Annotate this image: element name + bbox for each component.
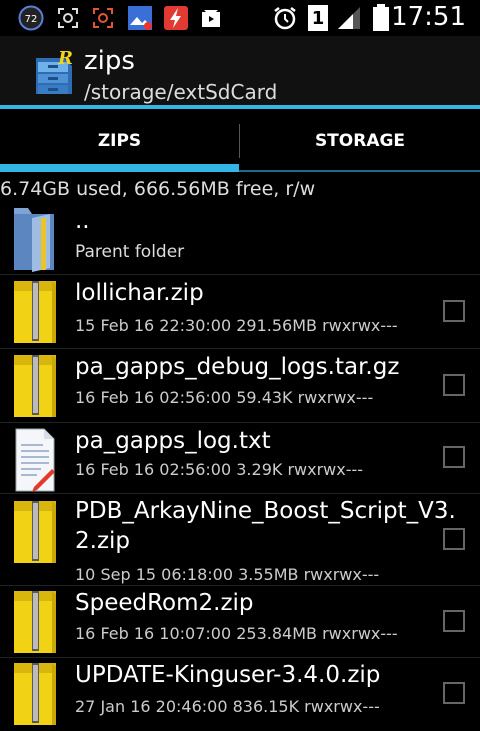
svg-text:72: 72 xyxy=(25,14,38,25)
select-checkbox[interactable] xyxy=(443,300,465,322)
file-name-line1: PDB_ArkayNine_Boost_Script_V3. xyxy=(75,498,456,524)
file-name: SpeedRom2.zip xyxy=(75,590,254,616)
flash-icon xyxy=(163,5,189,31)
tab-zips[interactable]: ZIPS xyxy=(0,110,239,172)
battery-icon xyxy=(371,4,391,31)
select-checkbox[interactable] xyxy=(443,528,465,550)
zip-icon xyxy=(12,589,58,659)
file-row[interactable]: SpeedRom2.zip 16 Feb 16 10:07:00 253.84M… xyxy=(0,587,480,657)
video-icon xyxy=(198,5,224,31)
row-divider xyxy=(0,348,480,349)
file-meta: 16 Feb 16 02:56:00 3.29K rwxrwx--- xyxy=(75,460,364,479)
row-divider xyxy=(0,657,480,658)
select-checkbox[interactable] xyxy=(443,610,465,632)
alarm-icon xyxy=(272,5,298,31)
file-row[interactable]: pa_gapps_debug_logs.tar.gz 16 Feb 16 02:… xyxy=(0,350,480,422)
text-file-icon xyxy=(12,427,58,497)
current-path: /storage/extSdCard xyxy=(84,80,278,104)
row-divider xyxy=(0,422,480,423)
zip-icon xyxy=(12,353,58,423)
app-logo-icon[interactable]: R xyxy=(30,48,76,98)
svg-text:R: R xyxy=(57,50,73,69)
file-name: UPDATE-Kinguser-3.4.0.zip xyxy=(75,662,381,688)
parent-folder-row[interactable]: .. Parent folder xyxy=(0,202,480,274)
file-meta: 15 Feb 16 22:30:00 291.56MB rwxrwx--- xyxy=(75,316,398,335)
select-checkbox[interactable] xyxy=(443,682,465,704)
parent-folder-subtitle: Parent folder xyxy=(75,242,185,262)
screenshot-icon xyxy=(56,5,80,31)
file-row[interactable]: lollichar.zip 15 Feb 16 22:30:00 291.56M… xyxy=(0,276,480,348)
sim-icon: 1 xyxy=(307,5,329,31)
status-bar: 72 1 17:51 xyxy=(0,0,480,36)
file-meta: 16 Feb 16 02:56:00 59.43K rwxrwx--- xyxy=(75,388,374,407)
select-checkbox[interactable] xyxy=(443,374,465,396)
file-meta: 16 Feb 16 10:07:00 253.84MB rwxrwx--- xyxy=(75,624,398,643)
file-name-line2: 2.zip xyxy=(75,528,131,554)
header-divider xyxy=(0,105,480,109)
file-meta: 27 Jan 16 20:46:00 836.15K rwxrwx--- xyxy=(75,697,380,716)
file-meta: 10 Sep 15 06:18:00 3.55MB rwxrwx--- xyxy=(75,565,380,584)
disk-usage-info: 6.74GB used, 666.56MB free, r/w xyxy=(0,178,316,200)
file-row[interactable]: PDB_ArkayNine_Boost_Script_V3. 2.zip 10 … xyxy=(0,495,480,585)
zip-icon xyxy=(12,661,58,731)
screen-record-icon xyxy=(91,5,115,31)
file-name: lollichar.zip xyxy=(75,280,204,306)
row-divider xyxy=(0,493,480,494)
tab-storage[interactable]: STORAGE xyxy=(240,110,480,172)
battery-circle-icon: 72 xyxy=(18,5,44,31)
parent-folder-label: .. xyxy=(75,208,90,234)
zip-icon xyxy=(12,279,58,349)
file-row[interactable]: pa_gapps_log.txt 16 Feb 16 02:56:00 3.29… xyxy=(0,424,480,496)
tab-bar: ZIPS STORAGE xyxy=(0,110,480,172)
page-title: zips xyxy=(84,46,135,76)
file-name: pa_gapps_debug_logs.tar.gz xyxy=(75,354,400,380)
row-divider xyxy=(0,585,480,586)
signal-icon xyxy=(336,5,362,31)
clock: 17:51 xyxy=(391,2,466,32)
file-name: pa_gapps_log.txt xyxy=(75,428,271,454)
zip-icon xyxy=(12,499,58,569)
folder-icon xyxy=(12,204,58,278)
row-divider xyxy=(0,274,480,275)
active-tab-indicator xyxy=(0,164,239,172)
file-row[interactable]: UPDATE-Kinguser-3.4.0.zip 27 Jan 16 20:4… xyxy=(0,659,480,725)
select-checkbox[interactable] xyxy=(443,446,465,468)
image-icon xyxy=(127,5,153,31)
